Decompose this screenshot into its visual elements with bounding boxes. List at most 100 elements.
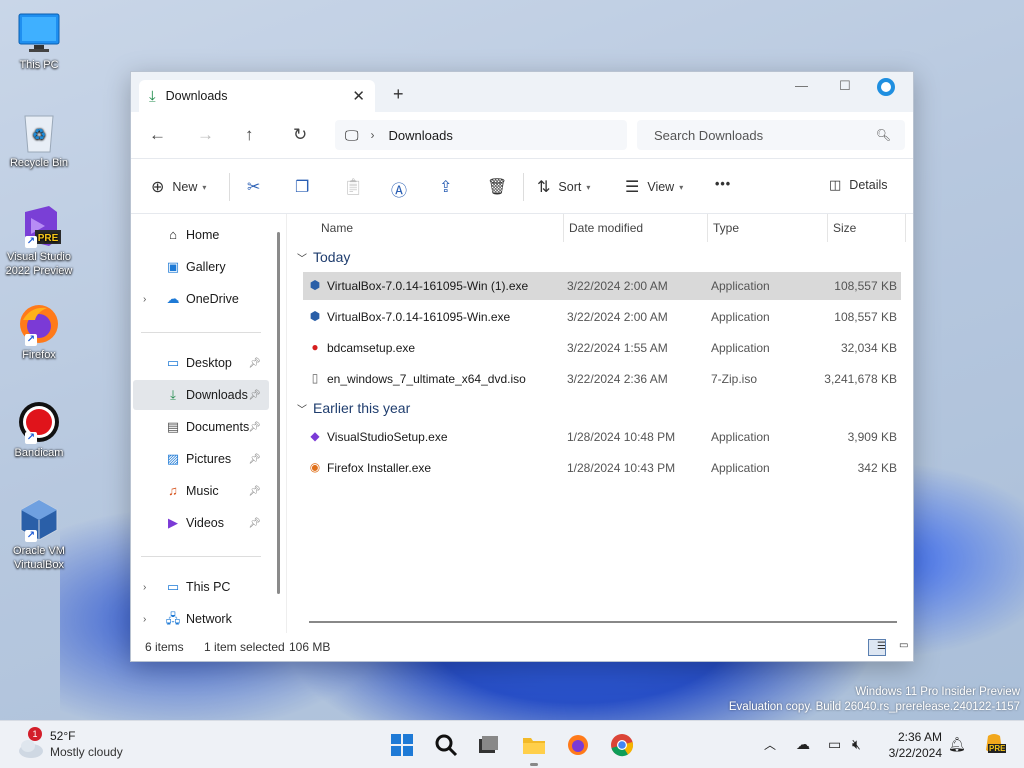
desktop-icon-label: This PC <box>19 59 59 71</box>
search-button[interactable] <box>434 733 458 757</box>
file-explorer-taskbar-button[interactable] <box>522 733 546 766</box>
desktop-icon-visual-studio[interactable]: PRE ↗ Visual Studio 2022 Preview <box>4 204 74 278</box>
desktop-icon-firefox[interactable]: ↗ Firefox <box>4 302 74 362</box>
display-icon[interactable]: ▭ <box>828 736 841 753</box>
share-icon: ⇪ <box>439 179 453 196</box>
pin-icon: 📌︎ <box>248 517 261 529</box>
table-row[interactable]: ▯ en_windows_7_ultimate_x64_dvd.iso 3/22… <box>303 365 901 393</box>
chevron-down-icon: ▾ <box>586 182 591 192</box>
desktop-icon-recycle-bin[interactable]: ♻ Recycle Bin <box>4 110 74 170</box>
column-divider[interactable] <box>563 214 564 242</box>
up-button[interactable]: ↑ <box>245 125 254 145</box>
file-size: 342 KB <box>857 461 897 475</box>
tiles-view-icon: ▭ <box>899 640 909 651</box>
table-row[interactable]: ⬢ VirtualBox-7.0.14-161095-Win.exe 3/22/… <box>303 303 901 331</box>
column-divider[interactable] <box>707 214 708 242</box>
column-divider[interactable] <box>905 214 906 242</box>
nav-item-onedrive[interactable]: › ☁ OneDrive <box>133 284 269 314</box>
network-icon: 🖧 <box>165 611 181 626</box>
nav-label: Music <box>186 484 219 498</box>
sort-icon: ⇅ <box>537 179 551 196</box>
close-tab-icon[interactable]: ✕ <box>352 87 365 105</box>
forward-button[interactable]: → <box>197 125 214 145</box>
nav-item-gallery[interactable]: ▣ Gallery <box>133 252 269 282</box>
table-row[interactable]: ◉ Firefox Installer.exe 1/28/2024 10:43 … <box>303 454 901 482</box>
nav-item-music[interactable]: ♫ Music 📌︎ <box>133 476 269 506</box>
windows-logo-icon <box>391 734 413 756</box>
notification-bell-icon[interactable]: 🔔︎ <box>948 736 966 753</box>
volume-muted-icon[interactable]: 🔇︎ <box>852 736 861 753</box>
file-size: 108,557 KB <box>834 310 897 324</box>
document-icon: ▤ <box>166 419 180 434</box>
task-view-icon <box>479 736 498 753</box>
task-view-button[interactable] <box>476 733 500 757</box>
weather-condition: Mostly cloudy <box>50 745 123 759</box>
new-tab-button[interactable]: + <box>393 84 404 105</box>
weather-widget[interactable]: 1 52°F Mostly cloudy <box>14 727 144 763</box>
column-divider[interactable] <box>827 214 828 242</box>
column-header-date[interactable]: Date modified <box>569 221 643 235</box>
back-button[interactable]: ← <box>149 125 166 145</box>
chrome-taskbar-button[interactable] <box>610 733 634 757</box>
rename-button[interactable]: Ⓐ <box>391 177 415 201</box>
table-row[interactable]: ◆ VisualStudioSetup.exe 1/28/2024 10:48 … <box>303 423 901 451</box>
more-options-button[interactable]: ••• <box>715 177 731 191</box>
pin-icon: 📌︎ <box>248 389 261 401</box>
bandicam-file-icon: ● <box>311 340 319 354</box>
details-label: Details <box>849 178 888 192</box>
start-button[interactable] <box>390 733 414 757</box>
refresh-button[interactable]: ↻ <box>293 125 307 145</box>
desktop-icon-bandicam[interactable]: ↗ Bandicam <box>4 400 74 460</box>
pin-icon: 📌︎ <box>248 421 261 433</box>
new-button[interactable]: ⊕ New ▾ <box>151 177 206 197</box>
tiles-view-button[interactable]: ▭ <box>890 639 908 656</box>
table-row[interactable]: ⬢ VirtualBox-7.0.14-161095-Win (1).exe 3… <box>303 272 901 300</box>
column-header-name[interactable]: Name <box>321 221 353 235</box>
table-row[interactable]: ● bdcamsetup.exe 3/22/2024 1:55 AM Appli… <box>303 334 901 362</box>
nav-item-network[interactable]: › 🖧 Network <box>133 604 269 634</box>
nav-item-downloads[interactable]: ⤓ Downloads 📌︎ <box>133 380 269 410</box>
horizontal-scrollbar[interactable] <box>309 621 897 623</box>
search-input[interactable]: Search Downloads 🔍︎ <box>637 120 905 150</box>
address-field[interactable]: 🖵 › Downloads <box>335 120 627 150</box>
view-button[interactable]: ☰ View ▾ <box>625 177 683 197</box>
nav-item-desktop[interactable]: ▭ Desktop 📌︎ <box>133 348 269 378</box>
video-icon: ▶ <box>168 515 178 530</box>
copy-button[interactable]: ❐ <box>295 177 317 197</box>
onedrive-offline-icon[interactable]: ☁ <box>796 736 810 753</box>
minimize-button[interactable]: — <box>795 78 808 93</box>
column-header-type[interactable]: Type <box>713 221 739 235</box>
file-type: Application <box>711 279 770 293</box>
breadcrumb-downloads[interactable]: Downloads <box>389 128 453 143</box>
maximize-button[interactable]: ☐ <box>839 78 851 94</box>
system-clock[interactable]: 2:36 AM 3/22/2024 <box>889 729 942 761</box>
firefox-taskbar-button[interactable] <box>566 733 590 757</box>
nav-label: Desktop <box>186 356 232 370</box>
desktop-icon-this-pc[interactable]: This PC <box>4 12 74 72</box>
column-header-size[interactable]: Size <box>833 221 856 235</box>
desktop-icon-virtualbox[interactable]: ↗ Oracle VM VirtualBox <box>4 498 74 572</box>
tab-downloads[interactable]: ⤓ Downloads ✕ <box>139 80 375 112</box>
nav-item-documents[interactable]: ▤ Documents 📌︎ <box>133 412 269 442</box>
nav-item-this-pc[interactable]: › ▭ This PC <box>133 572 269 602</box>
share-button[interactable]: ⇪ <box>439 177 460 197</box>
close-window-button[interactable] <box>875 76 897 101</box>
show-hidden-icons-button[interactable]: ︿ <box>764 736 776 753</box>
chevron-down-icon: ▾ <box>202 182 207 192</box>
nav-item-home[interactable]: ⌂ Home <box>133 220 269 250</box>
paste-button[interactable]: 📋︎ <box>343 177 371 197</box>
details-pane-button[interactable]: ◫ Details <box>829 177 888 193</box>
sort-button[interactable]: ⇅ Sort ▾ <box>537 177 590 197</box>
cut-button[interactable]: ✂ <box>247 177 268 197</box>
copilot-button[interactable]: PRE <box>982 732 1007 756</box>
notification-badge: 1 <box>28 727 42 741</box>
details-view-button[interactable]: ☰ <box>868 639 886 656</box>
nav-item-videos[interactable]: ▶ Videos 📌︎ <box>133 508 269 538</box>
group-header-today[interactable]: ﹀ Today <box>297 249 350 265</box>
file-date: 1/28/2024 10:48 PM <box>567 430 676 444</box>
nav-item-pictures[interactable]: ▨ Pictures 📌︎ <box>133 444 269 474</box>
nav-scrollbar[interactable] <box>277 232 280 594</box>
monitor-icon: ▭ <box>166 579 180 594</box>
delete-button[interactable]: 🗑︎ <box>487 177 515 197</box>
group-header-earlier-this-year[interactable]: ﹀ Earlier this year <box>297 400 410 416</box>
